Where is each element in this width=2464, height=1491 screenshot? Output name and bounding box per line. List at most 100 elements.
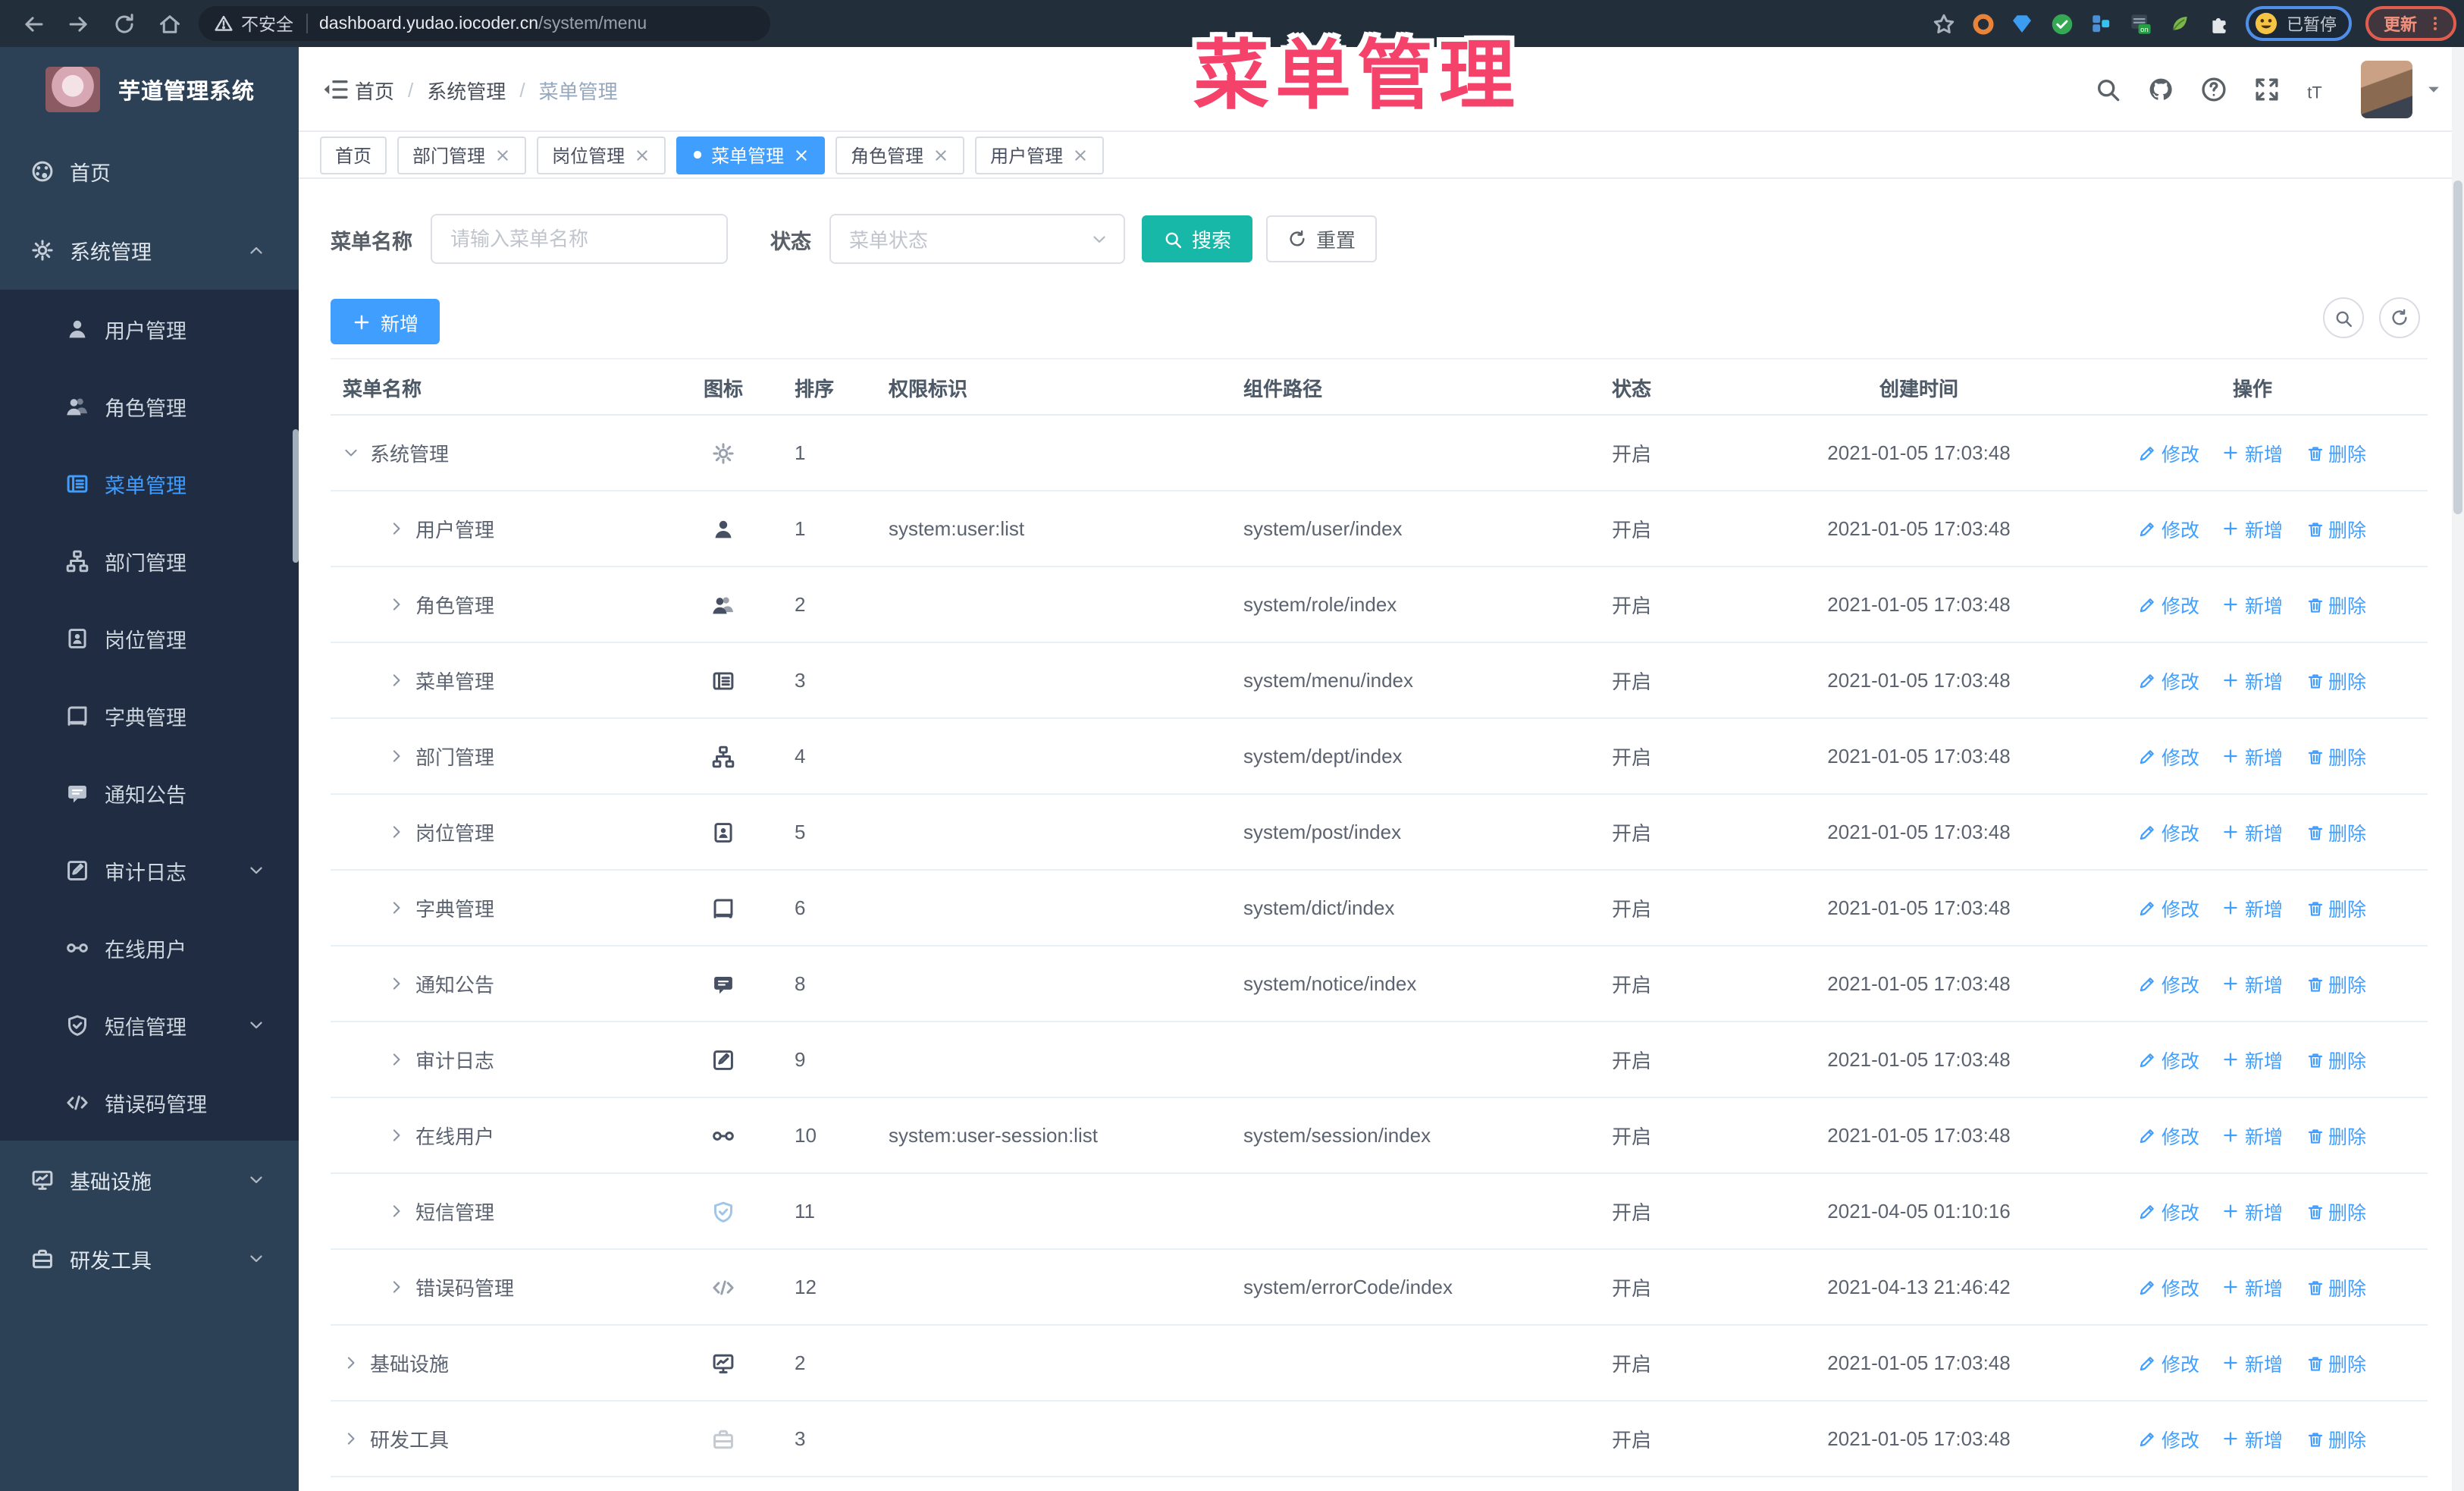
delete-link[interactable]: 删除 — [2306, 1348, 2366, 1377]
close-icon[interactable] — [1072, 146, 1089, 163]
sidebar-item-system[interactable]: 系统管理 — [0, 211, 299, 290]
table-row[interactable]: 部门管理 4 system/dept/index 开启 2021-01-05 1… — [331, 719, 2428, 795]
help-icon[interactable] — [2200, 76, 2227, 103]
expand-row-icon[interactable] — [388, 672, 405, 689]
delete-link[interactable]: 删除 — [2306, 1424, 2366, 1453]
table-row[interactable]: 用户管理 1 system:user:list system/user/inde… — [331, 491, 2428, 567]
sidebar-item-home[interactable]: 首页 — [0, 132, 299, 211]
tab-部门管理[interactable]: 部门管理 — [397, 136, 527, 174]
close-icon[interactable] — [494, 146, 511, 163]
expand-row-icon[interactable] — [388, 899, 405, 916]
close-icon[interactable] — [933, 146, 949, 163]
tab-角色管理[interactable]: 角色管理 — [835, 136, 965, 174]
delete-link[interactable]: 删除 — [2306, 818, 2366, 846]
scrollbar-thumb[interactable] — [2453, 180, 2462, 514]
search-icon[interactable] — [2094, 76, 2121, 103]
table-row[interactable]: 系统管理 1 开启 2021-01-05 17:03:48 修改 新增 删除 — [331, 416, 2428, 491]
close-icon[interactable] — [634, 146, 650, 163]
table-row[interactable]: 字典管理 6 system/dict/index 开启 2021-01-05 1… — [331, 871, 2428, 946]
ext-orange-ring-icon[interactable] — [1970, 11, 1995, 36]
sidebar-item-error-codes[interactable]: 错误码管理 — [0, 1063, 299, 1141]
delete-link[interactable]: 删除 — [2306, 969, 2366, 998]
refresh-table-button[interactable] — [2379, 297, 2420, 338]
tab-菜单管理[interactable]: 菜单管理 — [676, 136, 826, 174]
sidebar-item-users[interactable]: 用户管理 — [0, 290, 299, 367]
ext-on-badge-icon[interactable]: on — [2127, 11, 2153, 36]
add-link[interactable]: 新增 — [2222, 1424, 2283, 1453]
sidebar-item-menus[interactable]: 菜单管理 — [0, 444, 299, 522]
sidebar-fold-icon[interactable] — [321, 76, 349, 103]
forward-arrow-icon[interactable] — [65, 11, 91, 36]
table-row[interactable]: 菜单管理 3 system/menu/index 开启 2021-01-05 1… — [331, 643, 2428, 719]
edit-link[interactable]: 修改 — [2139, 742, 2199, 771]
add-link[interactable]: 新增 — [2222, 1348, 2283, 1377]
expand-row-icon[interactable] — [388, 975, 405, 992]
edit-link[interactable]: 修改 — [2139, 969, 2199, 998]
sidebar-item-posts[interactable]: 岗位管理 — [0, 599, 299, 676]
edit-link[interactable]: 修改 — [2139, 1348, 2199, 1377]
expand-row-icon[interactable] — [388, 1127, 405, 1144]
sidebar-item-dev-tools[interactable]: 研发工具 — [0, 1219, 299, 1298]
reset-button[interactable]: 重置 — [1266, 215, 1378, 262]
search-button[interactable]: 搜索 — [1142, 215, 1253, 262]
status-select[interactable]: 菜单状态 — [829, 214, 1125, 264]
font-size-icon[interactable]: tT — [2306, 76, 2334, 103]
menu-name-input[interactable] — [431, 214, 728, 264]
expand-row-icon[interactable] — [388, 520, 405, 537]
add-link[interactable]: 新增 — [2222, 1045, 2283, 1074]
expand-row-icon[interactable] — [388, 824, 405, 840]
chevron-down-icon[interactable] — [2425, 80, 2443, 99]
expand-row-icon[interactable] — [343, 1354, 359, 1371]
show-search-button[interactable] — [2323, 297, 2364, 338]
table-row[interactable]: 角色管理 2 system/role/index 开启 2021-01-05 1… — [331, 567, 2428, 643]
delete-link[interactable]: 删除 — [2306, 742, 2366, 771]
sidebar-item-dicts[interactable]: 字典管理 — [0, 676, 299, 754]
expand-row-icon[interactable] — [388, 1051, 405, 1068]
table-row[interactable]: 短信管理 11 开启 2021-04-05 01:10:16 修改 新增 删除 — [331, 1174, 2428, 1250]
delete-link[interactable]: 删除 — [2306, 438, 2366, 467]
tab-用户管理[interactable]: 用户管理 — [975, 136, 1105, 174]
edit-link[interactable]: 修改 — [2139, 590, 2199, 619]
breadcrumb-home[interactable]: 首页 — [355, 75, 394, 104]
table-row[interactable]: 基础设施 2 开启 2021-01-05 17:03:48 修改 新增 删除 — [331, 1326, 2428, 1402]
ext-blue-gem-icon[interactable] — [2009, 11, 2035, 36]
delete-link[interactable]: 删除 — [2306, 1045, 2366, 1074]
add-link[interactable]: 新增 — [2222, 514, 2283, 543]
address-bar[interactable]: 不安全 dashboard.yudao.iocoder.cn/system/me… — [199, 6, 770, 41]
add-link[interactable]: 新增 — [2222, 893, 2283, 922]
add-button[interactable]: 新增 — [331, 299, 440, 344]
browser-update-button[interactable]: 更新 — [2365, 6, 2456, 41]
add-link[interactable]: 新增 — [2222, 818, 2283, 846]
paused-extension-badge[interactable]: 已暂停 — [2246, 6, 2352, 41]
table-row[interactable]: 错误码管理 12 system/errorCode/index 开启 2021-… — [331, 1250, 2428, 1326]
sidebar-item-roles[interactable]: 角色管理 — [0, 367, 299, 444]
expand-row-icon[interactable] — [388, 596, 405, 613]
reload-icon[interactable] — [111, 11, 136, 36]
table-row[interactable]: 通知公告 8 system/notice/index 开启 2021-01-05… — [331, 946, 2428, 1022]
sidebar-scrollbar-thumb[interactable] — [293, 429, 299, 563]
delete-link[interactable]: 删除 — [2306, 1273, 2366, 1301]
add-link[interactable]: 新增 — [2222, 438, 2283, 467]
close-icon[interactable] — [793, 146, 810, 163]
delete-link[interactable]: 删除 — [2306, 666, 2366, 695]
collapse-row-icon[interactable] — [343, 444, 359, 461]
delete-link[interactable]: 删除 — [2306, 893, 2366, 922]
delete-link[interactable]: 删除 — [2306, 1197, 2366, 1226]
edit-link[interactable]: 修改 — [2139, 893, 2199, 922]
sidebar-item-infra[interactable]: 基础设施 — [0, 1141, 299, 1219]
sidebar-item-notices[interactable]: 通知公告 — [0, 754, 299, 831]
edit-link[interactable]: 修改 — [2139, 1197, 2199, 1226]
page-scrollbar[interactable] — [2452, 47, 2464, 1491]
expand-row-icon[interactable] — [388, 1203, 405, 1219]
breadcrumb-system[interactable]: 系统管理 — [427, 75, 506, 104]
ext-puzzle-icon[interactable] — [2206, 11, 2232, 36]
delete-link[interactable]: 删除 — [2306, 1121, 2366, 1150]
edit-link[interactable]: 修改 — [2139, 438, 2199, 467]
edit-link[interactable]: 修改 — [2139, 818, 2199, 846]
user-avatar[interactable] — [2361, 61, 2412, 118]
delete-link[interactable]: 删除 — [2306, 514, 2366, 543]
tab-首页[interactable]: 首页 — [320, 136, 387, 174]
edit-link[interactable]: 修改 — [2139, 666, 2199, 695]
edit-link[interactable]: 修改 — [2139, 514, 2199, 543]
table-row[interactable]: 研发工具 3 开启 2021-01-05 17:03:48 修改 新增 删除 — [331, 1402, 2428, 1477]
